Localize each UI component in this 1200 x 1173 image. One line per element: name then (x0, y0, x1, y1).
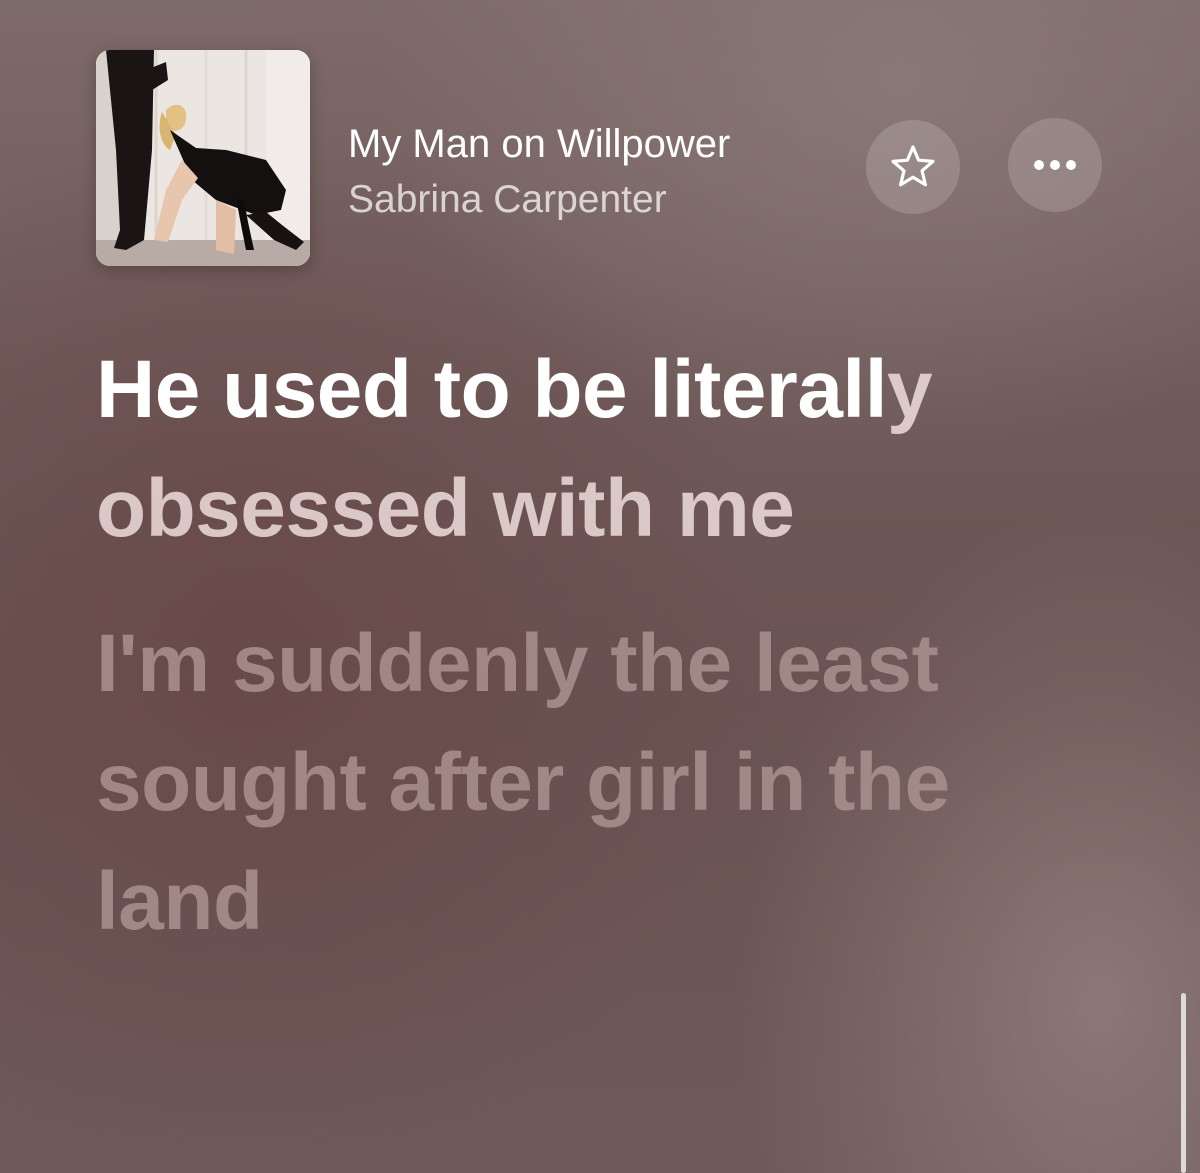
current-lyric-line[interactable]: He used to be literally obsessed with me (96, 330, 1136, 568)
star-icon (891, 145, 935, 187)
song-title[interactable]: My Man on Willpower (348, 122, 848, 167)
album-artwork[interactable] (96, 50, 310, 266)
next-lyric-line[interactable]: I'm suddenly the least sought after girl… (96, 604, 1136, 961)
artwork-image (96, 50, 310, 266)
lyrics-view[interactable]: He used to be literally obsessed with me… (96, 330, 1136, 961)
favorite-button[interactable] (866, 120, 960, 214)
sung-lyric-text: He used to be literall (96, 344, 887, 435)
artist-name[interactable]: Sabrina Carpenter (348, 178, 667, 222)
more-options-button[interactable] (1008, 118, 1102, 212)
now-playing-header: My Man on Willpower Sabrina Carpenter (96, 50, 1116, 270)
scrollbar[interactable] (1181, 993, 1186, 1173)
ellipsis-icon (1034, 160, 1044, 170)
